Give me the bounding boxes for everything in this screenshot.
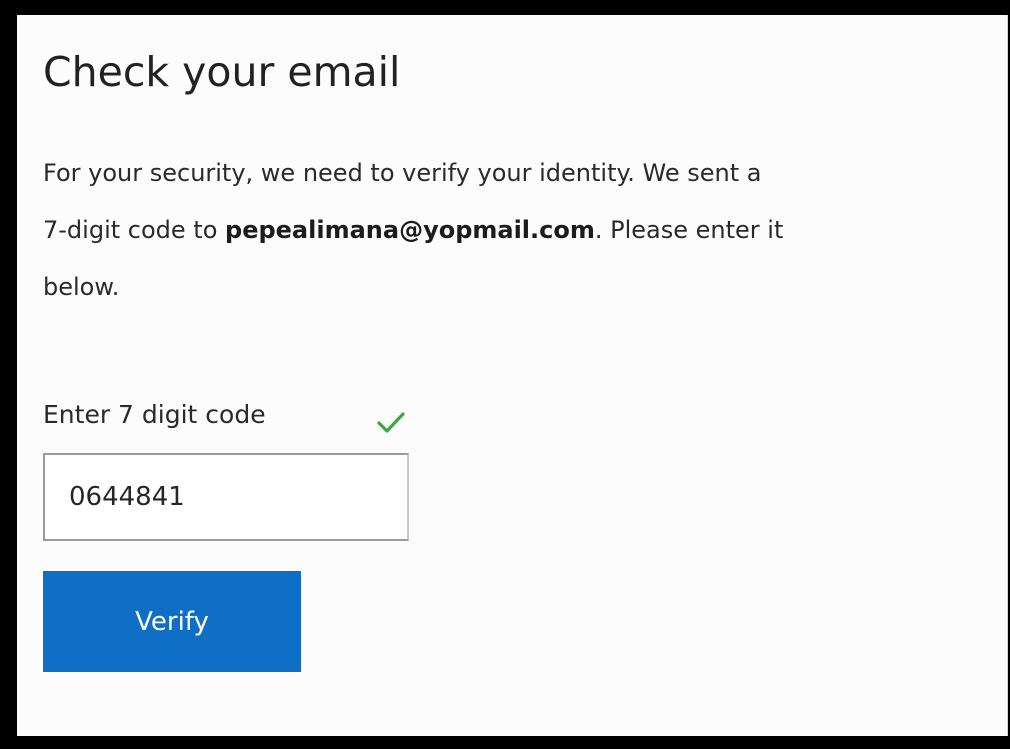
code-field-label: Enter 7 digit code: [43, 400, 266, 429]
description-prefix: 7-digit code to: [43, 216, 226, 244]
description-suffix: . Please enter it: [594, 216, 784, 244]
verification-description: For your security, we need to verify you…: [43, 145, 963, 316]
description-line-3: below.: [43, 273, 120, 301]
verification-card: Check your email For your security, we n…: [17, 15, 1008, 736]
screenshot-frame: Check your email For your security, we n…: [0, 0, 1010, 749]
checkmark-icon: [377, 412, 405, 433]
email-address: pepealimana@yopmail.com: [225, 216, 595, 244]
code-input[interactable]: [43, 453, 409, 541]
page-title: Check your email: [43, 48, 401, 96]
verify-button[interactable]: Verify: [43, 571, 301, 672]
description-line-1: For your security, we need to verify you…: [43, 159, 762, 187]
description-line-2: 7-digit code to pepealimana@yopmail.com.…: [43, 202, 963, 259]
